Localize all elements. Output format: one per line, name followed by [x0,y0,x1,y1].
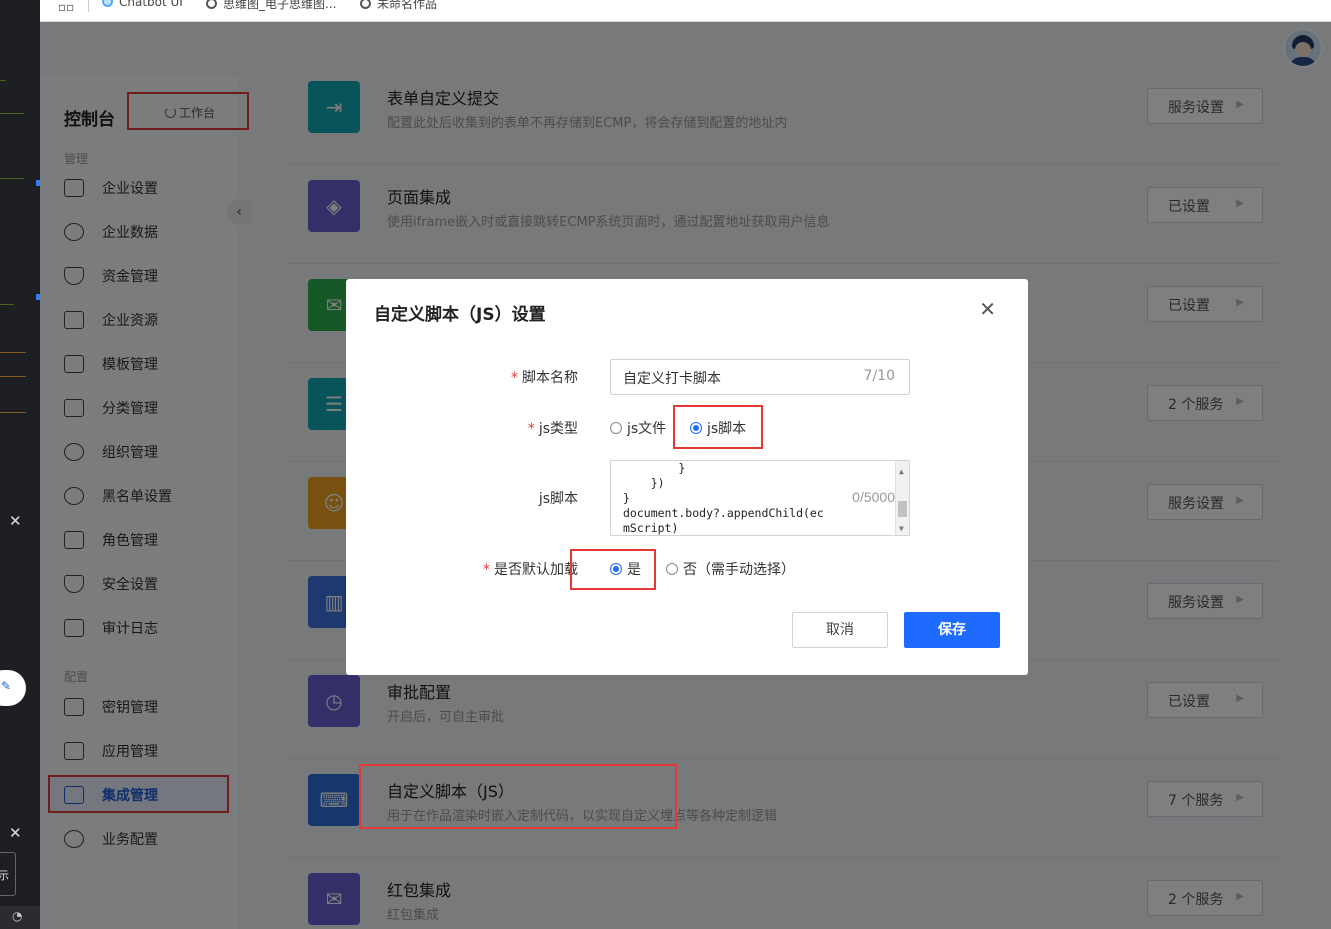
script-name-label: * 脚本名称 [511,370,578,386]
radio-js-script[interactable]: js脚本 [690,418,746,438]
close-icon[interactable]: ✕ [9,824,22,842]
char-counter: 7/10 [863,368,895,384]
radio-default-no[interactable]: 否（需手动选择） [666,559,795,579]
close-icon[interactable]: ✕ [9,512,22,530]
char-counter: 0/5000 [852,489,895,505]
radio-icon [610,422,622,434]
js-script-textarea[interactable]: } }) } document.body?.appendChild(ec mSc… [610,460,910,536]
bookmark-item[interactable]: 未命名作品 [360,0,437,12]
bookmark-item[interactable]: 思维图_电子思维图... [206,0,336,12]
close-icon[interactable]: ✕ [979,297,996,321]
highlight-box-custom-script [359,764,677,829]
save-button[interactable]: 保存 [904,612,1000,648]
scrollbar[interactable]: ▲ ▼ [895,461,909,535]
script-settings-dialog: 自定义脚本（JS）设置 ✕ * 脚本名称 自定义打卡脚本 7/10 * js类型 js… [346,279,1028,675]
dialog-title: 自定义脚本（JS）设置 [374,305,546,325]
floating-pill[interactable]: ✎ [0,670,26,706]
chatbot-icon [102,0,113,7]
radio-checked-icon [610,563,622,575]
js-script-label: js脚本 [538,491,578,507]
bottom-icon[interactable]: ◔ [0,906,40,929]
bookmark-bar: ▫▫ Chatbot UI 思维图_电子思维图... 未命名作品 [40,0,1331,22]
apps-grid-icon[interactable]: ▫▫ [58,0,74,14]
scroll-down-icon[interactable]: ▼ [899,521,904,535]
scroll-up-icon[interactable]: ▲ [899,464,904,479]
cancel-button[interactable]: 取消 [792,612,888,648]
bookmark-item[interactable]: Chatbot UI [102,0,183,9]
radio-checked-icon [690,422,702,434]
radio-default-yes[interactable]: 是 [610,559,641,579]
default-load-label: * 是否默认加载 [483,562,578,578]
radio-icon [666,563,678,575]
background-window-strip: ✕ ✎ ✕ 示 ◔ [0,0,40,929]
globe-icon [206,0,217,9]
mini-panel: 示 [0,852,16,896]
js-type-label: * js类型 [527,421,578,437]
script-name-input[interactable]: 自定义打卡脚本 7/10 [610,359,910,395]
radio-js-file[interactable]: js文件 [610,418,666,438]
globe-icon [360,0,371,9]
